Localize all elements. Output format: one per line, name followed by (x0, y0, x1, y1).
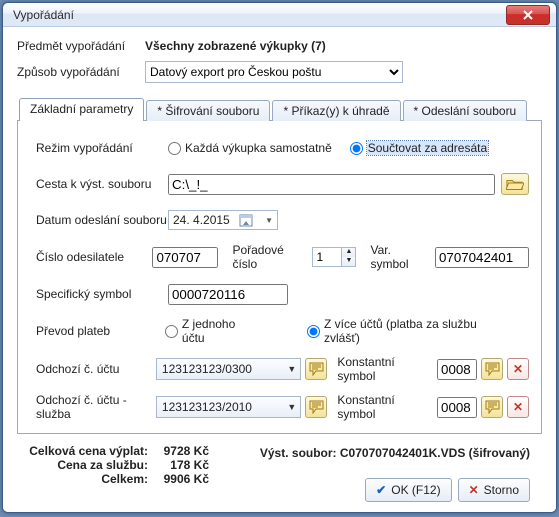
tab-basic-params[interactable]: Základní parametry (19, 98, 144, 121)
browse-button[interactable] (501, 173, 529, 195)
chevron-down-icon: ▼ (265, 216, 273, 225)
tab-encryption[interactable]: * Šifrování souboru (146, 100, 270, 121)
acct-out-note-button[interactable] (305, 358, 327, 380)
speech-bubble-icon (309, 400, 324, 414)
method-select[interactable]: Datový export pro Českou poštu (145, 61, 403, 83)
transfer-radio-multi-label: Z více účtů (platba za službu zvlášť) (324, 317, 511, 345)
close-icon (522, 10, 534, 20)
total-sum-value: 9906 Kč (154, 472, 209, 486)
mode-radio-each-label: Každá výkupka samostatně (185, 141, 332, 155)
vs-input[interactable] (435, 247, 529, 268)
bottom-bar: Celková cena výplat: 9728 Kč Cena za slu… (17, 434, 542, 502)
ks-label-1: Konstantní symbol (337, 355, 427, 383)
ss-label: Specifický symbol (36, 287, 168, 301)
storno-button-label: Storno (484, 483, 519, 497)
calendar-icon (239, 213, 253, 227)
mode-radio-each[interactable]: Každá výkupka samostatně (168, 141, 332, 155)
check-icon: ✔ (376, 483, 386, 497)
totals: Celková cena výplat: 9728 Kč Cena za slu… (29, 444, 209, 502)
ok-button[interactable]: ✔ OK (F12) (365, 478, 451, 502)
window-title: Vypořádání (13, 8, 74, 22)
path-label: Cesta k výst. souboru (36, 177, 168, 191)
subject-label: Předmět vypořádání (17, 39, 145, 53)
ks1-note-button[interactable] (481, 358, 503, 380)
sender-label: Číslo odesilatele (36, 250, 152, 264)
seq-down[interactable]: ▼ (341, 257, 355, 266)
speech-bubble-icon (485, 362, 500, 376)
transfer-label: Převod plateb (36, 324, 165, 338)
speech-bubble-icon (309, 362, 324, 376)
date-label: Datum odeslání souboru (36, 213, 168, 227)
subject-value: Všechny zobrazené výkupky (7) (145, 39, 326, 53)
mode-radio-sum-label: Součtovat za adresáta (367, 141, 488, 155)
acct-out-value: 123123123/0300 (157, 362, 284, 376)
x-icon: ✕ (513, 400, 523, 414)
vs-label: Var. symbol (370, 243, 425, 271)
speech-bubble-icon (485, 400, 500, 414)
transfer-radio-one[interactable]: Z jednoho účtu (165, 317, 259, 345)
acct-out-select[interactable]: 123123123/0300 ▼ (156, 358, 302, 380)
acct-svc-label: Odchozí č. účtu - služba (36, 393, 156, 421)
storno-button[interactable]: ✕ Storno (458, 478, 530, 502)
seq-input[interactable] (313, 248, 341, 266)
transfer-radio-one-label: Z jednoho účtu (182, 317, 259, 345)
chevron-down-icon: ▼ (283, 364, 300, 374)
folder-open-icon (506, 177, 524, 191)
total-sum-label: Celkem: (29, 472, 154, 486)
method-label: Způsob vypořádání (17, 65, 145, 79)
output-file: Výst. soubor: C070707042401K.VDS (šifrov… (260, 446, 530, 460)
x-icon: ✕ (513, 362, 523, 376)
path-input[interactable] (168, 174, 495, 195)
ks-input-1[interactable] (437, 359, 477, 380)
transfer-radio-multi[interactable]: Z více účtů (platba za službu zvlášť) (307, 317, 511, 345)
tabpanel-basic: Režim vypořádání Každá výkupka samostatn… (17, 120, 542, 434)
acct-svc-value: 123123123/2010 (157, 400, 284, 414)
mode-label: Režim vypořádání (36, 141, 168, 155)
ks2-clear-button[interactable]: ✕ (507, 396, 529, 418)
date-picker[interactable]: 24. 4.2015 ▼ (168, 210, 278, 230)
total-service-label: Cena za službu: (29, 458, 154, 472)
ks1-clear-button[interactable]: ✕ (507, 358, 529, 380)
chevron-down-icon: ▼ (283, 402, 300, 412)
dialog-window: Vypořádání Předmět vypořádání Všechny zo… (2, 2, 557, 513)
close-button[interactable] (506, 5, 550, 25)
seq-spinner[interactable]: ▲ ▼ (312, 247, 356, 267)
total-service-value: 178 Kč (154, 458, 209, 472)
ok-button-label: OK (F12) (391, 483, 440, 497)
seq-label: Pořadové číslo (232, 243, 302, 271)
titlebar: Vypořádání (3, 3, 556, 27)
sender-input[interactable] (152, 247, 218, 268)
total-payout-label: Celková cena výplat: (29, 444, 154, 458)
acct-svc-select[interactable]: 123123123/2010 ▼ (156, 396, 302, 418)
ks2-note-button[interactable] (481, 396, 503, 418)
tab-payment-orders[interactable]: * Příkaz(y) k úhradě (272, 100, 400, 121)
acct-svc-note-button[interactable] (305, 396, 327, 418)
ks-label-2: Konstantní symbol (337, 393, 427, 421)
acct-out-label: Odchozí č. účtu (36, 362, 156, 376)
ks-input-2[interactable] (437, 397, 477, 418)
mode-radio-sum[interactable]: Součtovat za adresáta (350, 141, 488, 155)
content-area: Předmět vypořádání Všechny zobrazené výk… (3, 27, 556, 512)
date-value: 24. 4.2015 (173, 213, 230, 227)
seq-up[interactable]: ▲ (341, 248, 355, 257)
x-icon: ✕ (469, 483, 479, 497)
ss-input[interactable] (168, 284, 288, 305)
total-payout-value: 9728 Kč (154, 444, 209, 458)
tabstrip: Základní parametry * Šifrování souboru *… (17, 97, 542, 121)
tab-send-file[interactable]: * Odeslání souboru (403, 100, 528, 121)
